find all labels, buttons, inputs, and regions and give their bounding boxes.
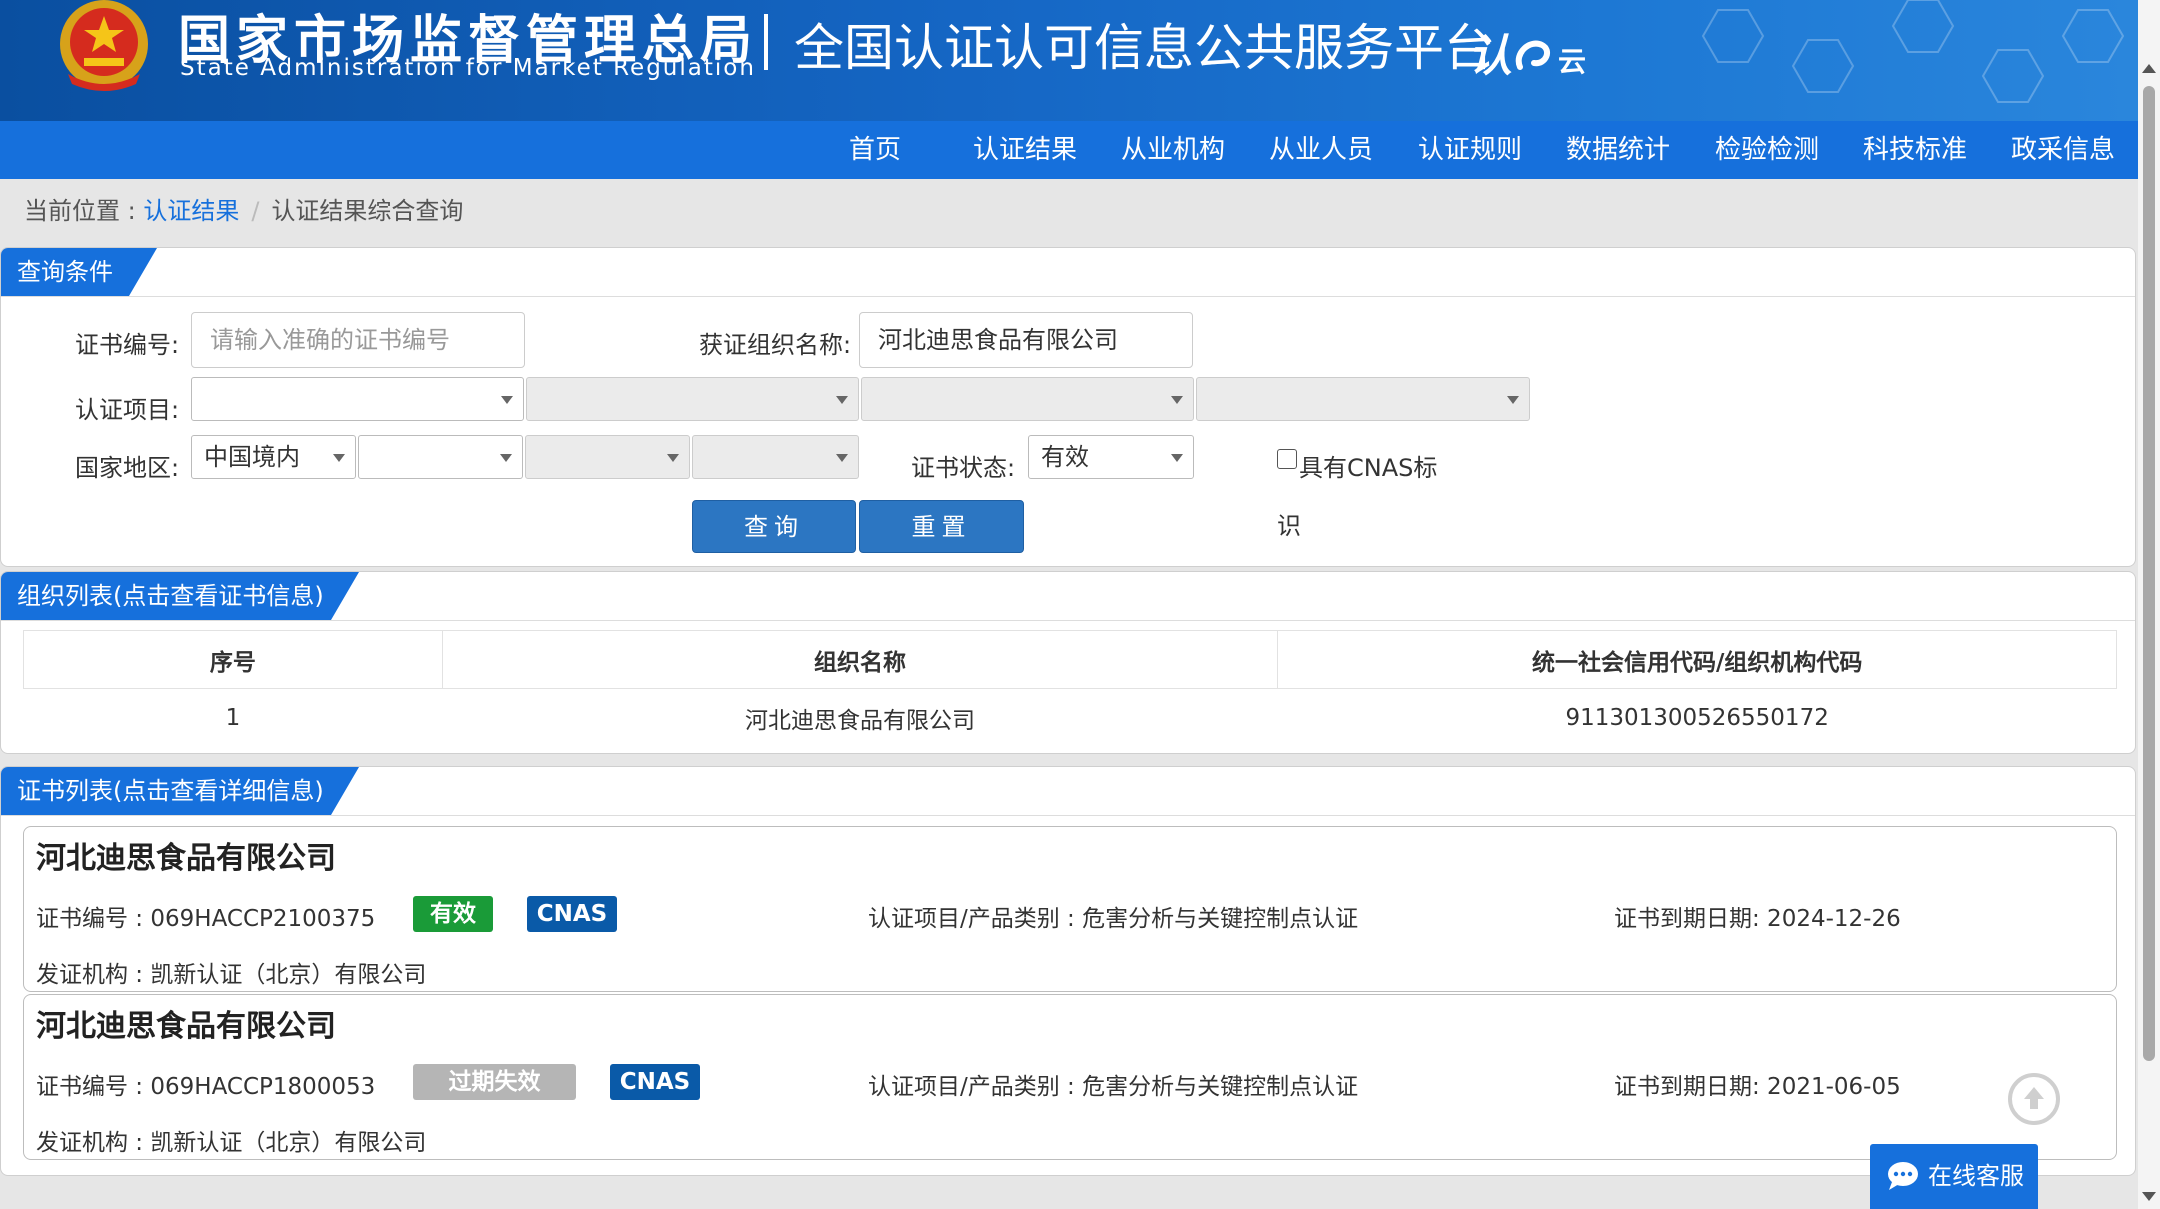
query-panel: 查询条件 证书编号: 获证组织名称: 河北迪思食品有限公司 认证项目: 国家地区… <box>0 247 2136 567</box>
site-banner: 国家市场监督管理总局 State Administration for Mark… <box>0 0 2138 121</box>
breadcrumb-prefix: 当前位置 : <box>24 197 144 225</box>
cert-status-label: 证书状态: <box>911 454 1016 482</box>
cnas-checkbox-label-wrap: 识 <box>1277 512 1301 540</box>
nav-item-cert-results[interactable]: 认证结果 <box>973 121 1077 179</box>
cert-card[interactable]: 河北迪思食品有限公司 证书编号 : 069HACCP2100375 有效 CNA… <box>23 826 2117 992</box>
region-select-province[interactable] <box>358 435 523 479</box>
org-list-title: 组织列表(点击查看证书信息) <box>1 572 359 620</box>
chevron-down-icon <box>1171 396 1183 404</box>
cert-card-expiry: 证书到期日期: 2024-12-26 <box>1614 906 1901 932</box>
cnas-badge: CNAS <box>610 1064 700 1100</box>
cert-item-select-4[interactable] <box>1196 377 1530 421</box>
table-row[interactable]: 1 河北迪思食品有限公司 911301300526550172 <box>23 688 2117 746</box>
cert-item-select-2[interactable] <box>526 377 859 421</box>
online-service-label: 在线客服 <box>1928 1162 2024 1190</box>
nav-item-procurement[interactable]: 政采信息 <box>2011 121 2115 179</box>
chevron-down-icon <box>500 454 512 462</box>
page-scrollbar[interactable] <box>2138 0 2160 1209</box>
platform-logo: 认云 <box>1468 20 1586 84</box>
status-badge-valid: 有效 <box>413 896 493 932</box>
cell-org-name[interactable]: 河北迪思食品有限公司 <box>442 688 1278 746</box>
cert-card-cert-no: 证书编号 : 069HACCP2100375 <box>36 906 376 932</box>
cert-no-label: 证书编号: <box>75 331 180 359</box>
hexagon-pattern-decoration <box>1701 0 2125 103</box>
chevron-down-icon <box>501 396 513 404</box>
region-label: 国家地区: <box>75 454 180 482</box>
cert-status-select[interactable]: 有效 <box>1028 435 1194 479</box>
col-header-credit-code: 统一社会信用代码/组织机构代码 <box>1277 630 2117 689</box>
cell-credit-code: 911301300526550172 <box>1277 688 2117 746</box>
platform-logo-mark: 认 <box>1468 31 1512 82</box>
chevron-down-icon <box>836 454 848 462</box>
breadcrumb-current: 认证结果综合查询 <box>271 197 464 225</box>
org-name-input[interactable]: 河北迪思食品有限公司 <box>859 312 1193 368</box>
nav-item-statistics[interactable]: 数据统计 <box>1566 121 1670 179</box>
region-select-city[interactable] <box>525 435 690 479</box>
breadcrumb-link-cert-results[interactable]: 认证结果 <box>143 197 239 225</box>
query-panel-title: 查询条件 <box>1 248 157 296</box>
cert-card-org-name: 河北迪思食品有限公司 <box>36 1009 336 1044</box>
region-select-country[interactable]: 中国境内 <box>191 435 356 479</box>
scroll-down-arrow-icon[interactable] <box>2142 1192 2156 1201</box>
reset-button[interactable]: 重置 <box>859 500 1024 553</box>
nav-item-personnel[interactable]: 从业人员 <box>1269 121 1373 179</box>
cert-item-select-3[interactable] <box>861 377 1194 421</box>
org-table: 序号 组织名称 统一社会信用代码/组织机构代码 1 河北迪思食品有限公司 911… <box>23 630 2117 746</box>
arrow-up-icon <box>2024 1087 2044 1109</box>
cert-card[interactable]: 河北迪思食品有限公司 证书编号 : 069HACCP1800053 过期失效 C… <box>23 994 2117 1160</box>
chevron-down-icon <box>667 454 679 462</box>
platform-title: 全国认证认可信息公共服务平台 <box>794 19 1494 77</box>
chevron-down-icon <box>836 396 848 404</box>
chevron-down-icon <box>333 454 345 462</box>
scroll-thumb[interactable] <box>2143 86 2155 1061</box>
query-panel-header: 查询条件 <box>1 248 2135 297</box>
cert-card-issuer: 发证机构 : 凯新认证（北京）有限公司 <box>36 962 427 988</box>
nav-item-institutions[interactable]: 从业机构 <box>1121 121 1225 179</box>
banner-divider <box>764 14 768 70</box>
cert-card-category: 认证项目/产品类别 : 危害分析与关键控制点认证 <box>868 1074 1359 1100</box>
cert-item-label: 认证项目: <box>75 396 180 424</box>
cnas-checkbox-label: 具有CNAS标 <box>1299 454 1438 482</box>
cert-card-category: 认证项目/产品类别 : 危害分析与关键控制点认证 <box>868 906 1359 932</box>
cert-card-issuer: 发证机构 : 凯新认证（北京）有限公司 <box>36 1130 427 1156</box>
cert-card-cert-no: 证书编号 : 069HACCP1800053 <box>36 1074 376 1100</box>
chevron-down-icon <box>1507 396 1519 404</box>
cert-card-expiry: 证书到期日期: 2021-06-05 <box>1614 1074 1901 1100</box>
chat-bubble-icon <box>1888 1162 1918 1190</box>
org-list-panel: 组织列表(点击查看证书信息) 序号 组织名称 统一社会信用代码/组织机构代码 1… <box>0 571 2136 754</box>
breadcrumb-separator: / <box>251 197 260 225</box>
org-list-header: 组织列表(点击查看证书信息) <box>1 572 2135 621</box>
national-emblem-logo <box>60 0 148 91</box>
query-button[interactable]: 查询 <box>692 500 856 553</box>
nav-item-cert-rules[interactable]: 认证规则 <box>1418 121 1522 179</box>
chevron-down-icon <box>1171 454 1183 462</box>
cert-list-title: 证书列表(点击查看详细信息) <box>1 767 359 815</box>
cert-item-select-1[interactable] <box>191 377 524 421</box>
main-nav: 首页 认证结果 从业机构 从业人员 认证规则 数据统计 检验检测 科技标准 政采… <box>0 121 2138 179</box>
status-badge-expired: 过期失效 <box>413 1064 576 1100</box>
org-name-label: 获证组织名称: <box>699 331 852 359</box>
scroll-up-arrow-icon[interactable] <box>2142 64 2156 73</box>
cert-no-input[interactable] <box>191 312 525 368</box>
nav-item-home[interactable]: 首页 <box>849 121 901 179</box>
cloud-swirl-icon <box>1515 40 1551 70</box>
back-to-top-button[interactable] <box>2008 1073 2060 1125</box>
org-table-header-row: 序号 组织名称 统一社会信用代码/组织机构代码 <box>23 630 2117 689</box>
cell-index: 1 <box>23 688 443 746</box>
online-service-button[interactable]: 在线客服 <box>1870 1144 2038 1209</box>
nav-item-inspection[interactable]: 检验检测 <box>1715 121 1819 179</box>
breadcrumb: 当前位置 : 认证结果 / 认证结果综合查询 <box>24 191 463 226</box>
cert-card-org-name: 河北迪思食品有限公司 <box>36 841 336 876</box>
nav-item-standards[interactable]: 科技标准 <box>1863 121 1967 179</box>
cert-list-panel: 证书列表(点击查看详细信息) 河北迪思食品有限公司 证书编号 : 069HACC… <box>0 766 2136 1176</box>
cnas-checkbox[interactable] <box>1277 449 1297 469</box>
cert-list-header: 证书列表(点击查看详细信息) <box>1 767 2135 816</box>
platform-logo-suffix: 云 <box>1558 45 1587 78</box>
col-header-index: 序号 <box>23 630 443 689</box>
agency-name-en: State Administration for Market Regulati… <box>180 55 756 81</box>
cnas-badge: CNAS <box>527 896 617 932</box>
col-header-org-name: 组织名称 <box>441 630 1279 689</box>
region-select-district[interactable] <box>692 435 859 479</box>
